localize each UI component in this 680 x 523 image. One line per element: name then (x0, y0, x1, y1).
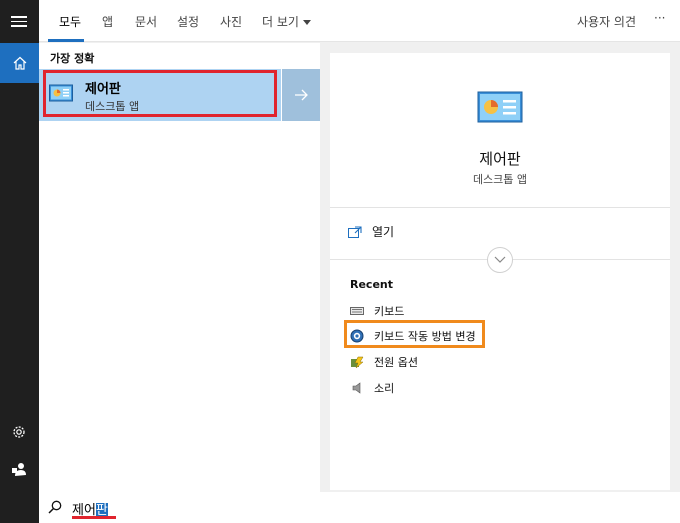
best-match-title: 제어판 (85, 82, 121, 97)
recent-heading: Recent (350, 278, 394, 291)
expand-button[interactable] (487, 247, 513, 273)
best-match-item[interactable]: 제어판 데스크톱 앱 (39, 69, 281, 121)
home-icon (13, 56, 26, 70)
more-options-button[interactable]: ··· (654, 11, 665, 25)
recent-item-sound[interactable]: 소리 (350, 380, 394, 396)
ease-of-access-icon (350, 329, 364, 343)
open-details-button[interactable] (282, 69, 320, 121)
detail-title: 제어판 (479, 150, 521, 168)
home-button[interactable] (0, 43, 39, 83)
tab-documents[interactable]: 문서 (135, 13, 157, 30)
recent-item-label: 키보드 (374, 305, 405, 318)
open-action[interactable]: 열기 (348, 223, 394, 240)
tab-settings[interactable]: 설정 (177, 13, 199, 30)
search-text-underline (72, 516, 116, 519)
tab-more-label: 더 보기 (262, 15, 299, 29)
control-panel-large-icon (477, 91, 523, 123)
keyboard-icon (350, 304, 364, 318)
detail-subtitle: 데스크톱 앱 (472, 173, 528, 186)
recent-item-label: 전원 옵션 (374, 356, 418, 369)
recent-item-label: 소리 (374, 382, 395, 395)
chevron-down-icon (494, 256, 506, 263)
hamburger-menu-icon[interactable] (11, 16, 27, 28)
recent-item-label: 키보드 작동 방법 변경 (374, 330, 476, 343)
search-bar[interactable]: 제어판 (39, 492, 680, 523)
best-match-subtitle: 데스크톱 앱 (85, 100, 140, 113)
divider (330, 207, 670, 208)
recent-item-keyboard-settings[interactable]: 키보드 작동 방법 변경 (350, 328, 476, 344)
detail-pane: 제어판 데스크톱 앱 열기 Recent 키보드 키보드 작동 방법 변경 전원… (330, 53, 670, 490)
gear-icon[interactable] (11, 424, 27, 440)
tab-all[interactable]: 모두 (59, 13, 81, 30)
power-options-icon (350, 355, 364, 369)
best-match-heading: 가장 정확 (50, 52, 95, 65)
results-pane: 가장 정확 제어판 데스크톱 앱 (39, 43, 320, 492)
tab-more[interactable]: 더 보기 (262, 13, 311, 30)
user-account-icon[interactable] (11, 461, 27, 477)
tab-apps[interactable]: 앱 (102, 13, 113, 30)
search-icon (48, 500, 62, 514)
tab-photos[interactable]: 사진 (220, 13, 242, 30)
active-tab-indicator (48, 39, 84, 42)
feedback-link[interactable]: 사용자 의견 (577, 13, 636, 30)
open-external-icon (348, 225, 362, 238)
arrow-right-icon (295, 89, 308, 101)
chevron-down-icon (302, 20, 311, 25)
speaker-icon (350, 381, 364, 395)
search-scope-tabs: 모두 앱 문서 설정 사진 더 보기 사용자 의견 ··· (39, 0, 680, 42)
control-panel-icon (49, 84, 73, 102)
open-label: 열기 (372, 225, 395, 239)
recent-item-power-options[interactable]: 전원 옵션 (350, 354, 418, 370)
recent-item-keyboard[interactable]: 키보드 (350, 303, 404, 319)
left-rail (0, 0, 39, 523)
